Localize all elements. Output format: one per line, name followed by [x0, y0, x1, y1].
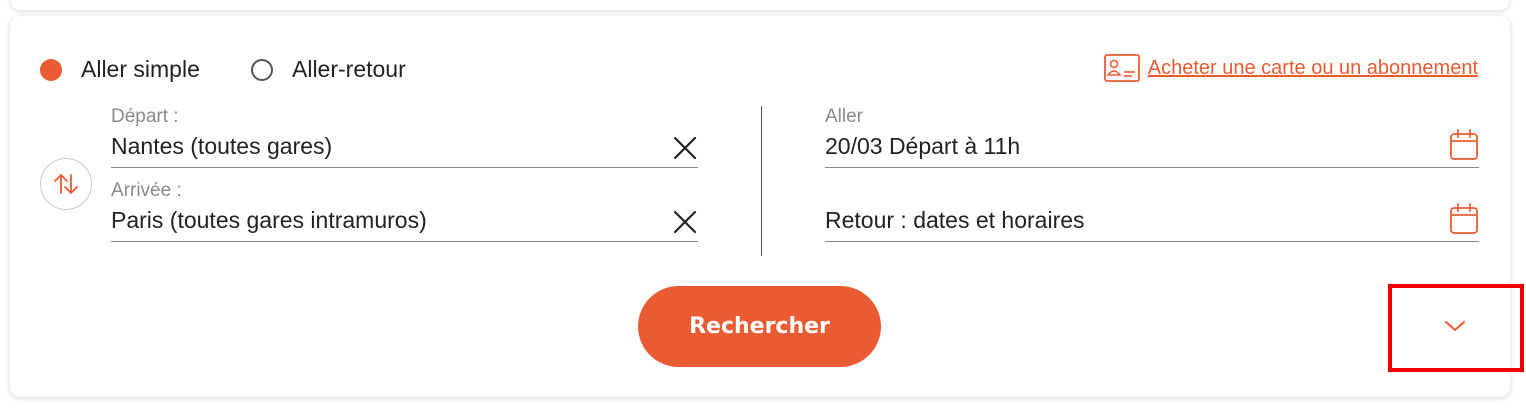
trip-type-round-trip-radio[interactable]: Aller-retour — [251, 56, 406, 83]
outbound-value: 20/03 Départ à 11h — [825, 133, 1021, 159]
calendar-icon[interactable] — [1449, 129, 1479, 161]
buy-card-link[interactable]: Acheter une carte ou un abonnement — [1103, 54, 1478, 82]
trip-type-one-way-radio[interactable]: Aller simple — [40, 56, 200, 83]
swap-vertical-icon — [54, 174, 78, 194]
return-value: Retour : dates et horaires — [825, 207, 1085, 233]
previous-card-edge — [10, 0, 1510, 10]
swap-stations-button[interactable] — [40, 158, 92, 210]
departure-value: Nantes (toutes gares) — [111, 133, 333, 159]
departure-field[interactable]: Départ : Nantes (toutes gares) — [111, 106, 698, 168]
outbound-date-field[interactable]: Aller 20/03 Départ à 11h — [825, 106, 1479, 168]
id-card-icon — [1103, 54, 1140, 82]
outbound-label: Aller — [825, 106, 864, 127]
form-divider — [761, 106, 762, 256]
arrival-label: Arrivée : — [111, 180, 182, 201]
trip-type-round-trip-label: Aller-retour — [292, 56, 406, 82]
arrival-value: Paris (toutes gares intramuros) — [111, 207, 427, 233]
radio-unselected-dot — [251, 58, 273, 81]
trip-type-one-way-label: Aller simple — [81, 56, 200, 82]
search-button[interactable]: Rechercher — [638, 286, 881, 367]
close-icon[interactable] — [672, 135, 698, 161]
arrival-field[interactable]: Arrivée : Paris (toutes gares intramuros… — [111, 180, 698, 242]
radio-selected-dot — [40, 58, 62, 81]
return-date-field[interactable]: Retour : dates et horaires — [825, 180, 1479, 242]
search-form-card: Aller simple Aller-retour Acheter une ca… — [10, 16, 1510, 397]
departure-label: Départ : — [111, 106, 179, 127]
close-icon[interactable] — [672, 209, 698, 235]
chevron-down-icon[interactable] — [1440, 314, 1470, 338]
buy-card-link-text: Acheter une carte ou un abonnement — [1147, 56, 1478, 79]
calendar-icon[interactable] — [1449, 203, 1479, 235]
